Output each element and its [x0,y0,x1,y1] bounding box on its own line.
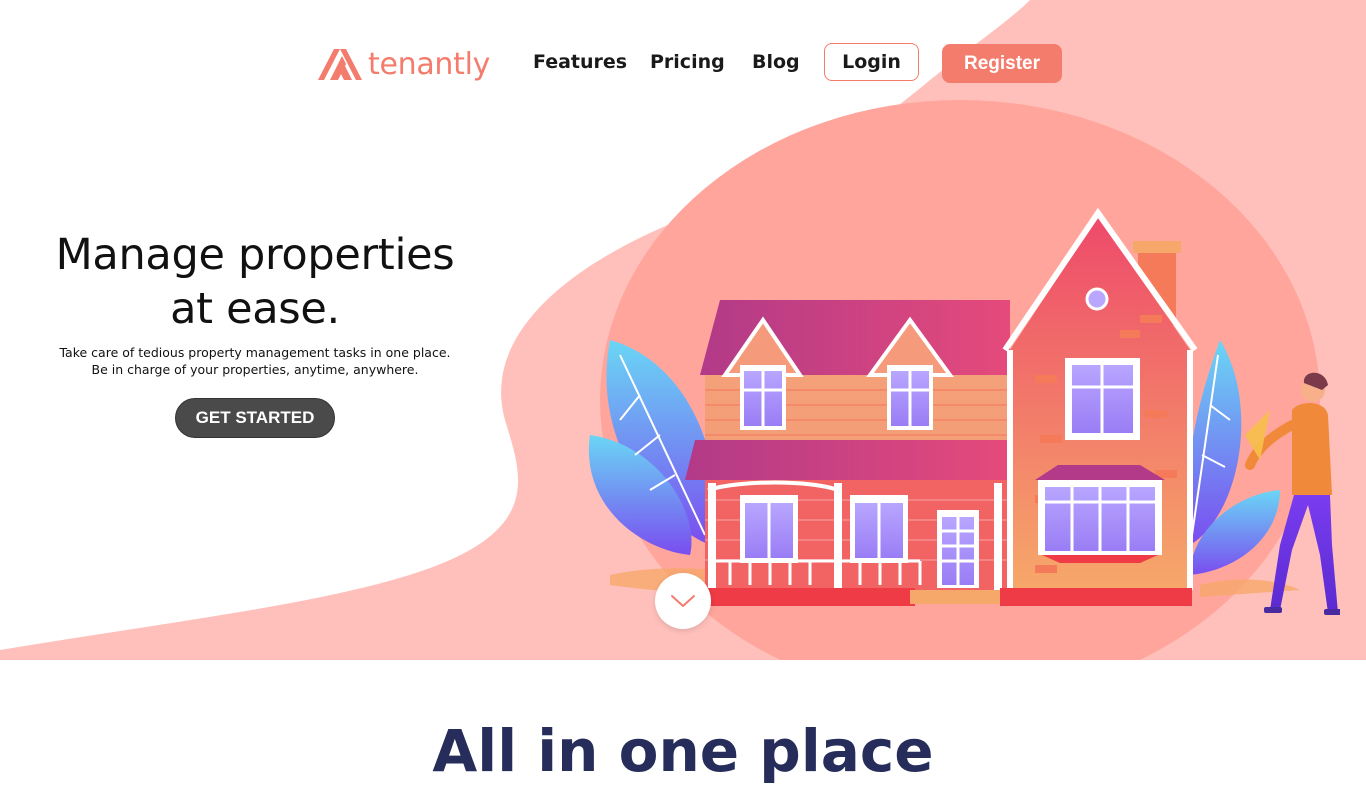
get-started-button[interactable]: GET STARTED [175,398,335,438]
hero-subtitle-line-1: Take care of tedious property management… [59,345,451,360]
register-button[interactable]: Register [942,44,1062,83]
hero-content: Manage properties at ease. Take care of … [40,228,470,438]
brand-logo[interactable]: tenantly [316,44,490,84]
nav-link-pricing[interactable]: Pricing [650,51,725,73]
top-navigation: tenantly Features Pricing Blog Login Reg… [0,40,1366,88]
hero-subtitle-line-2: Be in charge of your properties, anytime… [91,362,419,377]
hero-subtitle: Take care of tedious property management… [40,344,470,378]
scroll-down-button[interactable] [655,573,711,629]
hero-title-line-1: Manage properties [55,230,455,280]
nav-link-features[interactable]: Features [533,51,627,73]
hero-title-line-2: at ease. [170,284,340,334]
house-illustration [588,207,1340,615]
logo-icon [318,49,362,80]
hero-title: Manage properties at ease. [40,228,470,336]
nav-link-blog[interactable]: Blog [752,51,800,73]
chevron-down-icon [671,595,695,607]
login-button[interactable]: Login [824,43,919,81]
brand-name: tenantly [368,46,491,82]
section-title: All in one place [432,717,934,785]
